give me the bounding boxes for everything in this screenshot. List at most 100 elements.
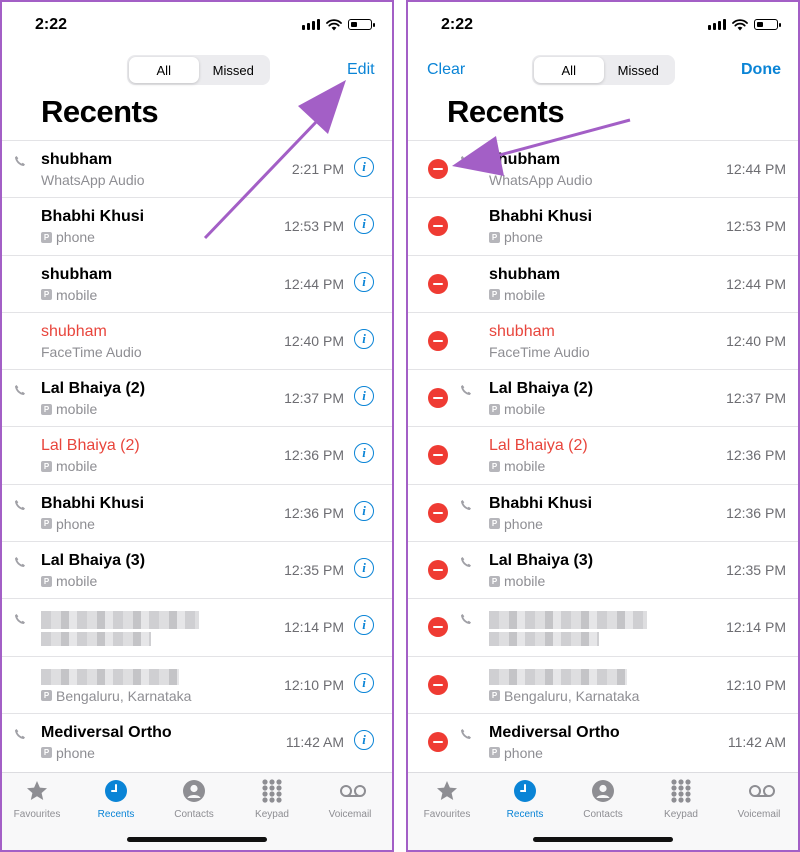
segment-missed[interactable]: Missed: [199, 57, 269, 83]
call-row[interactable]: Mediversal Ortho Pphone 11:42 AM: [408, 712, 798, 770]
all-missed-segmented-control[interactable]: All Missed: [532, 55, 675, 85]
call-row[interactable]: Lal Bhaiya (3) Pmobile 12:35 PM: [408, 541, 798, 598]
call-row[interactable]: Bhabhi Khusi Pphone 12:36 PM i: [2, 483, 392, 541]
call-type: Pmobile: [489, 573, 545, 589]
caller-name: shubham: [489, 151, 561, 168]
delete-icon[interactable]: [428, 273, 448, 294]
call-type-label: Bengaluru, Karnataka: [504, 687, 640, 704]
delete-icon[interactable]: [428, 388, 448, 409]
person-icon: [182, 779, 206, 803]
tab-label: Recents: [97, 809, 135, 820]
caller-name: shubham: [41, 151, 113, 168]
call-row[interactable]: Lal Bhaiya (2) Pmobile 12:37 PM: [408, 369, 798, 426]
delete-icon[interactable]: [428, 159, 448, 179]
call-type-label: WhatsApp Audio: [41, 172, 145, 188]
tab-keypad[interactable]: Keypad: [237, 779, 307, 820]
delete-icon[interactable]: [428, 617, 448, 638]
info-icon[interactable]: i: [354, 328, 374, 349]
delete-icon[interactable]: [428, 445, 448, 466]
info-icon[interactable]: i: [354, 157, 374, 177]
tab-label: Contacts: [174, 809, 214, 820]
delete-icon[interactable]: [428, 731, 448, 752]
phone-handset-icon: [14, 613, 26, 625]
call-row[interactable]: Lal Bhaiya (2) Pmobile 12:36 PM i: [2, 426, 392, 483]
call-row[interactable]: Bhabhi Khusi Pphone 12:36 PM: [408, 483, 798, 541]
info-icon[interactable]: i: [354, 615, 374, 636]
call-row[interactable]: Lal Bhaiya (3) Pmobile 12:35 PM i: [2, 541, 392, 598]
tab-voicemail[interactable]: Voicemail: [315, 779, 385, 820]
delete-icon[interactable]: [428, 674, 448, 695]
info-icon[interactable]: i: [354, 386, 374, 407]
all-missed-segmented-control[interactable]: All Missed: [127, 55, 270, 85]
tab-favourites[interactable]: Favourites: [412, 779, 482, 820]
contact-badge-icon: P: [41, 575, 52, 587]
tab-recents[interactable]: Recents: [490, 779, 560, 820]
done-button[interactable]: Done: [741, 61, 781, 79]
keypad-icon: [260, 779, 284, 803]
tab-contacts[interactable]: Contacts: [159, 779, 229, 820]
info-icon[interactable]: i: [354, 271, 374, 292]
tab-recents[interactable]: Recents: [81, 779, 151, 820]
segment-all[interactable]: All: [534, 57, 604, 83]
info-icon[interactable]: i: [354, 672, 374, 693]
delete-icon[interactable]: [428, 502, 448, 523]
arrow-head: [298, 80, 346, 134]
call-row[interactable]: Lal Bhaiya (2) Pmobile 12:36 PM: [408, 426, 798, 483]
call-row[interactable]: shubham WhatsApp Audio 12:44 PM: [408, 140, 798, 197]
phone-handset-icon: [460, 556, 472, 568]
call-type-label: phone: [504, 744, 543, 761]
info-icon[interactable]: i: [354, 558, 374, 579]
call-type: Pmobile: [41, 287, 97, 303]
call-time: 12:10 PM: [726, 676, 786, 693]
call-row[interactable]: shubham Pmobile 12:44 PM i: [2, 254, 392, 312]
delete-icon[interactable]: [428, 216, 448, 237]
call-time: 12:40 PM: [284, 332, 344, 349]
delete-icon[interactable]: [428, 330, 448, 351]
contact-badge-icon: P: [41, 747, 52, 759]
call-time: 12:36 PM: [284, 504, 344, 521]
call-row[interactable]: Bhabhi Khusi Pphone 12:53 PM: [408, 197, 798, 254]
info-icon[interactable]: i: [354, 500, 374, 521]
call-type-label: phone: [56, 515, 95, 532]
edit-button[interactable]: Edit: [347, 61, 375, 79]
caller-name: shubham: [41, 322, 107, 340]
call-row[interactable]: P Bengaluru, Karnataka 12:10 PM i: [2, 655, 392, 713]
voicemail-icon: [747, 779, 775, 803]
call-type: Pmobile: [489, 401, 545, 417]
status-bar: 2:22: [2, 14, 392, 40]
tab-keypad[interactable]: Keypad: [646, 779, 716, 820]
caller-name: shubham: [489, 265, 561, 283]
phone-handset-icon: [14, 384, 26, 396]
info-icon[interactable]: i: [354, 443, 374, 464]
home-indicator: [533, 837, 673, 842]
call-row[interactable]: shubham Pmobile 12:44 PM: [408, 254, 798, 312]
call-row[interactable]: Lal Bhaiya (2) Pmobile 12:37 PM i: [2, 369, 392, 426]
call-row[interactable]: Mediversal Ortho Pphone 11:42 AM i: [2, 712, 392, 770]
call-row[interactable]: 12:14 PM: [408, 598, 798, 655]
contact-badge-icon: P: [41, 690, 52, 702]
call-time: 12:44 PM: [726, 275, 786, 292]
call-row[interactable]: shubham WhatsApp Audio 2:21 PM i: [2, 140, 392, 197]
wifi-icon: [326, 18, 342, 31]
segment-all[interactable]: All: [129, 57, 199, 83]
tab-label: Contacts: [583, 809, 623, 820]
contact-badge-icon: P: [41, 289, 52, 301]
call-row[interactable]: shubham FaceTime Audio 12:40 PM: [408, 311, 798, 369]
call-row[interactable]: 12:14 PM i: [2, 598, 392, 655]
tab-voicemail[interactable]: Voicemail: [724, 779, 794, 820]
delete-icon[interactable]: [428, 560, 448, 581]
tab-contacts[interactable]: Contacts: [568, 779, 638, 820]
redacted-name: [489, 668, 627, 685]
tab-favourites[interactable]: Favourites: [2, 779, 72, 820]
recents-list: shubham WhatsApp Audio 2:21 PM i Bhabhi Khus…: [2, 140, 392, 770]
signal-icon: [302, 18, 320, 30]
clear-button[interactable]: Clear: [427, 61, 465, 79]
info-icon[interactable]: i: [354, 729, 374, 750]
segment-missed[interactable]: Missed: [604, 57, 674, 83]
call-row[interactable]: Bhabhi Khusi Pphone 12:53 PM i: [2, 197, 392, 254]
call-type-label: WhatsApp Audio: [489, 172, 593, 188]
call-row[interactable]: P Bengaluru, Karnataka 12:10 PM: [408, 655, 798, 713]
call-row[interactable]: shubham FaceTime Audio 12:40 PM i: [2, 311, 392, 369]
status-time: 2:22: [441, 16, 474, 33]
info-icon[interactable]: i: [354, 214, 374, 235]
